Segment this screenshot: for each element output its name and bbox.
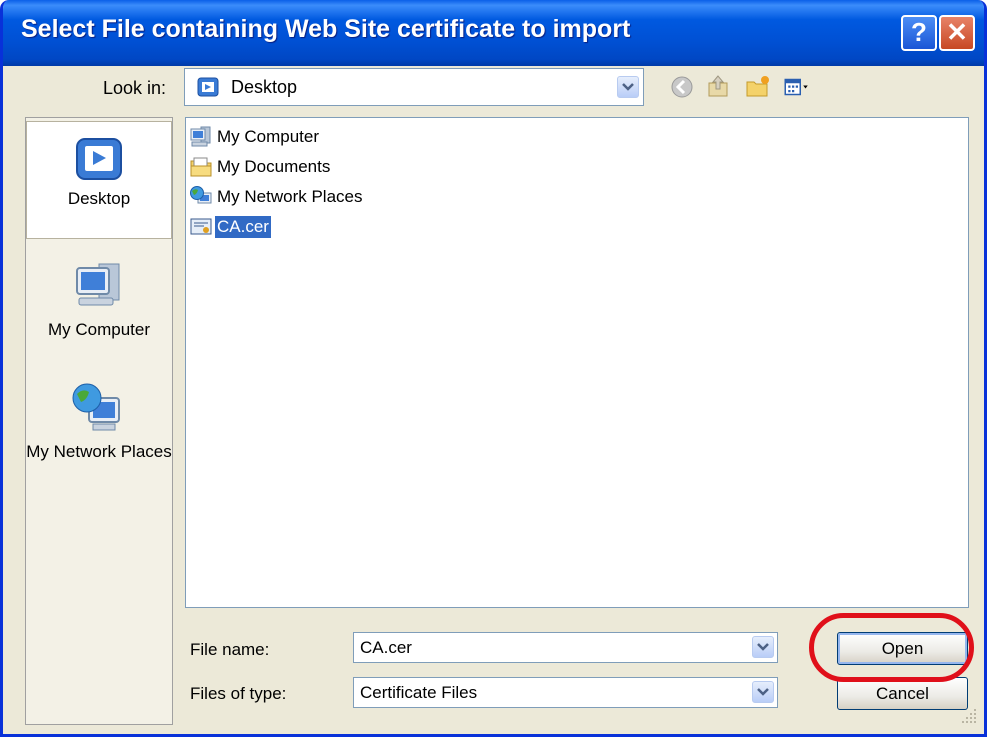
places-item-label: Desktop xyxy=(67,189,131,208)
back-icon[interactable] xyxy=(667,72,697,102)
new-folder-icon[interactable] xyxy=(743,72,773,102)
resize-grip-icon[interactable] xyxy=(958,705,978,725)
desktop-icon xyxy=(197,77,219,97)
places-item-desktop[interactable]: Desktop xyxy=(26,121,172,239)
my-documents-icon xyxy=(190,157,212,177)
places-item-label: My Computer xyxy=(47,320,151,339)
file-name-value: CA.cer xyxy=(360,638,412,657)
file-list[interactable]: My Computer My Documents My Network Plac… xyxy=(185,117,969,608)
places-item-label: My Network Places xyxy=(26,442,172,461)
look-in-dropdown[interactable]: Desktop xyxy=(184,68,644,106)
file-type-dropdown-arrow[interactable] xyxy=(752,681,774,703)
desktop-icon xyxy=(76,138,122,180)
places-item-network-places[interactable]: My Network Places xyxy=(26,380,172,462)
chevron-down-icon xyxy=(757,643,769,651)
view-menu-icon[interactable] xyxy=(783,72,813,102)
window-title: Select File containing Web Site certific… xyxy=(21,15,631,43)
annotation-highlight-ring xyxy=(809,613,974,682)
places-bar: Desktop My Computer My Network Places xyxy=(25,117,173,725)
file-name: CA.cer xyxy=(215,216,271,238)
list-item[interactable]: My Documents xyxy=(189,154,332,180)
list-item[interactable]: My Computer xyxy=(189,124,321,150)
chevron-down-icon xyxy=(757,688,769,696)
navigation-toolbar xyxy=(665,72,825,106)
file-dialog-window: Select File containing Web Site certific… xyxy=(0,0,987,737)
up-folder-icon[interactable] xyxy=(703,72,733,102)
file-type-value: Certificate Files xyxy=(360,683,478,702)
file-name: My Computer xyxy=(217,127,320,146)
file-name: My Network Places xyxy=(217,187,363,206)
file-name-input[interactable]: CA.cer xyxy=(353,632,778,663)
help-button[interactable]: ? xyxy=(901,15,937,51)
file-name-dropdown-arrow[interactable] xyxy=(752,636,774,658)
my-computer-icon xyxy=(190,126,211,147)
my-computer-icon xyxy=(76,263,120,306)
file-name-label: File name: xyxy=(190,640,270,659)
look-in-label: Look in: xyxy=(103,78,167,98)
look-in-dropdown-arrow[interactable] xyxy=(617,76,639,98)
look-in-value: Desktop xyxy=(231,77,298,97)
list-item-selected[interactable]: CA.cer xyxy=(189,214,271,240)
close-button[interactable]: ✕ xyxy=(939,15,975,51)
file-type-label: Files of type: xyxy=(190,684,287,703)
certificate-icon xyxy=(190,218,212,235)
network-places-icon xyxy=(190,186,212,204)
file-type-dropdown[interactable]: Certificate Files xyxy=(353,677,778,708)
list-item[interactable]: My Network Places xyxy=(189,184,364,210)
file-name: My Documents xyxy=(217,157,331,176)
places-item-my-computer[interactable]: My Computer xyxy=(26,258,172,340)
chevron-down-icon xyxy=(622,83,634,91)
title-bar[interactable]: Select File containing Web Site certific… xyxy=(3,0,984,66)
network-places-icon xyxy=(72,383,120,431)
